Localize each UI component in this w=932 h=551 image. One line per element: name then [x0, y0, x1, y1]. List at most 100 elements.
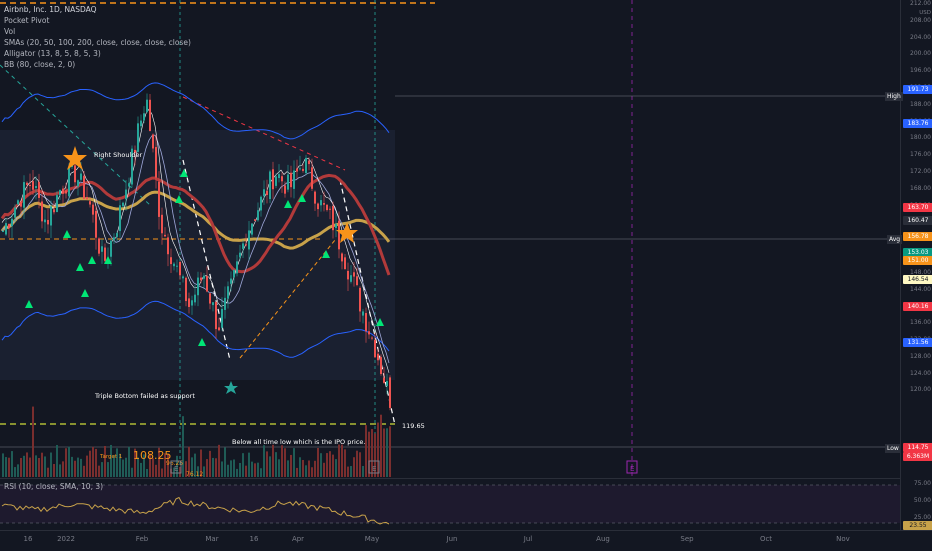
candle-body [146, 99, 148, 112]
volume-bar [227, 464, 229, 477]
volume-bar [107, 462, 109, 477]
volume-bar [341, 444, 343, 477]
candle-body [314, 191, 316, 204]
time-label: Aug [596, 535, 610, 543]
volume-bar [83, 465, 85, 477]
candle-body [200, 277, 202, 281]
candle-body [188, 298, 190, 307]
candle-body [221, 308, 223, 328]
rsi-tick: 50.00 [913, 497, 931, 504]
volume-bar [14, 467, 16, 477]
candle-body [11, 218, 13, 227]
volume-bar [161, 468, 163, 477]
volume-bar [293, 448, 295, 477]
price-chart-pane[interactable]: Airbnb, Inc. 1D, NASDAQ Pocket Pivot Vol… [0, 0, 900, 478]
candle-body [14, 207, 16, 218]
volume-bar [44, 456, 46, 477]
candle-body [290, 172, 292, 188]
volume-bar [38, 457, 40, 477]
candle-body [296, 168, 298, 172]
volume-bar [380, 414, 382, 477]
candle-body [320, 200, 322, 206]
candle-body [74, 165, 76, 183]
candle-body [374, 339, 376, 358]
price-scale[interactable]: USD 212.00208.00204.00200.00196.00192.00… [900, 0, 932, 530]
event-marker-label: E [372, 465, 376, 473]
candle-body [170, 257, 172, 265]
volume-bar [329, 451, 331, 477]
price-tick: 128.00 [910, 352, 931, 360]
annotation-right-shoulder: Right Shoulder [94, 151, 142, 159]
candle-body [116, 233, 118, 237]
candle-body [332, 206, 334, 231]
volume-bar [344, 449, 346, 477]
time-label: Oct [759, 535, 773, 543]
candle-body [140, 120, 142, 127]
rsi-pane[interactable]: RSI (10, close, SMA, 10, 3) [0, 478, 900, 531]
volume-bar [221, 461, 223, 477]
candle-body [377, 353, 379, 361]
volume-bar [116, 448, 118, 477]
volume-bar [314, 460, 316, 477]
price-tick: 208.00 [910, 16, 931, 24]
candle-body [95, 210, 97, 238]
volume-bar [182, 416, 184, 477]
price-tick: 188.00 [910, 100, 931, 108]
side-tag-high: High [885, 92, 903, 101]
legend-line: Pocket Pivot [4, 16, 50, 25]
volume-bar [311, 467, 313, 477]
candle-body [83, 175, 85, 199]
candle-body [227, 286, 229, 299]
candle-body [359, 287, 361, 312]
volume-bar [98, 465, 100, 477]
candle-body [272, 169, 274, 190]
volume-bar [35, 455, 37, 477]
volume-bar [89, 450, 91, 477]
candle-body [23, 182, 25, 208]
candle-body [137, 123, 139, 152]
candle-body [278, 174, 280, 179]
small-number: 76.12 [186, 471, 203, 478]
shaded-zone [0, 130, 395, 380]
candle-body [326, 204, 328, 211]
volume-bar [248, 452, 250, 477]
volume-bar [320, 453, 322, 477]
volume-bar [359, 452, 361, 477]
volume-bar [128, 446, 130, 477]
candle-body [152, 134, 154, 149]
candle-body [128, 183, 130, 187]
time-label: Feb [135, 535, 149, 543]
rsi-legend: RSI (10, close, SMA, 10, 3) [4, 482, 104, 491]
candle-body [266, 190, 268, 195]
candle-body [119, 205, 121, 232]
candle-body [260, 196, 262, 211]
volume-bar [224, 447, 226, 477]
candle-body [350, 275, 352, 282]
volume-bar [95, 448, 97, 477]
volume-bar [266, 451, 268, 477]
volume-bar [308, 460, 310, 477]
volume-bar [50, 452, 52, 477]
volume-bar [131, 467, 133, 477]
volume-bar [62, 461, 64, 477]
event-marker-label: E [174, 465, 178, 473]
price-label: 191.73 [903, 85, 932, 95]
price-label: 131.56 [903, 337, 932, 347]
time-axis[interactable]: 16 2022 Feb Mar 16 Apr May Jun Jul Aug Sep Oct Nov [0, 530, 932, 551]
candle-body [92, 204, 94, 215]
price-label: 6.363M [903, 452, 932, 461]
time-label: 16 [23, 535, 33, 543]
candle-body [209, 293, 211, 304]
volume-bar [350, 466, 352, 477]
volume-bar [239, 462, 241, 477]
volume-bar [305, 465, 307, 477]
candle-body [233, 269, 235, 278]
candle-body [371, 337, 373, 339]
time-label: May [364, 535, 380, 543]
candle-body [113, 237, 115, 240]
volume-bar [209, 450, 211, 477]
legend-line: Vol [4, 27, 16, 36]
volume-bar [290, 454, 292, 477]
volume-bar [101, 462, 103, 477]
candle-body [281, 176, 283, 182]
